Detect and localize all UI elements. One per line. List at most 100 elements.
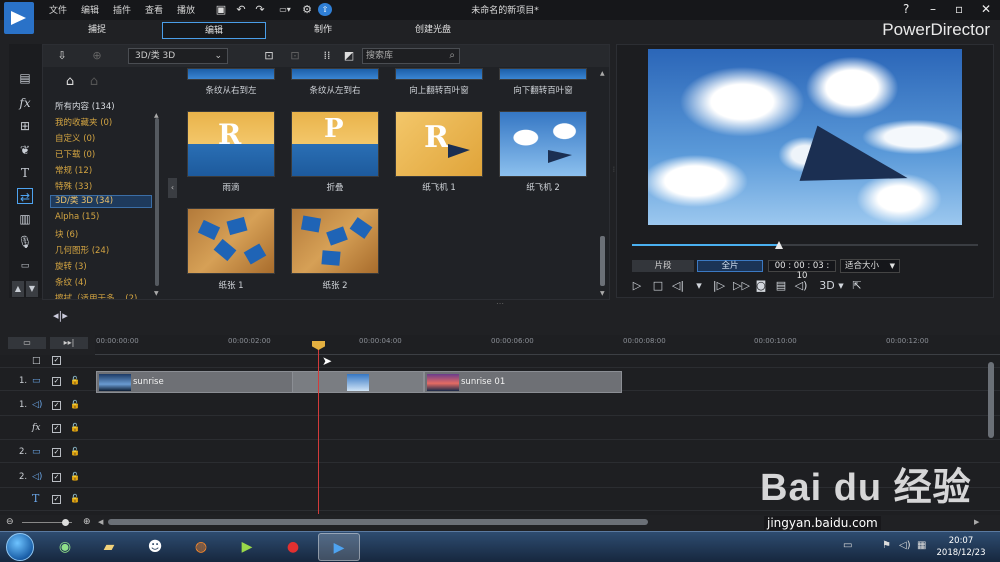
collapse-up-icon[interactable]: ▲ [12, 281, 24, 297]
thumbnail-paper-2[interactable] [291, 208, 379, 274]
undo-icon[interactable]: ↶ [234, 3, 248, 16]
lock-icon[interactable]: 🔓 [70, 494, 80, 503]
subtitle-room-icon[interactable]: ▭ [17, 258, 33, 274]
timeline-view-button[interactable]: ▭ [8, 337, 46, 349]
thumbnail-paper-plane-2[interactable] [499, 111, 587, 177]
play-icon[interactable]: ▷ [630, 279, 644, 293]
timecode-display[interactable]: 00 : 00 : 03 : 10 [768, 260, 836, 281]
thumbnail-raindrop[interactable]: R [187, 111, 275, 177]
volume-icon[interactable]: ◁) [794, 279, 808, 293]
step-forward-icon[interactable]: |▷ [712, 279, 726, 293]
stop-icon[interactable]: □ [651, 279, 665, 293]
tab-capture[interactable]: 捕捉 [52, 22, 142, 39]
taskbar-firefox-icon[interactable]: ◍ [180, 533, 222, 561]
search-input[interactable]: 搜索库 ⌕ [362, 48, 460, 64]
tab-produce[interactable]: 制作 [278, 22, 368, 39]
export-icon[interactable]: ⊡ [288, 49, 302, 62]
timeline-horizontal-scrollbar[interactable] [108, 519, 648, 525]
transition-region[interactable] [292, 371, 424, 393]
tray-keyboard-icon[interactable]: ▭ [843, 540, 852, 551]
collapse-down-icon[interactable]: ▼ [26, 281, 38, 297]
fast-forward-icon[interactable]: ▷▷ [733, 279, 750, 293]
scroll-up-icon[interactable]: ▲ [600, 70, 605, 77]
tray-flag-icon[interactable]: ⚑ [882, 540, 891, 551]
tray-network-icon[interactable]: ▦ [917, 540, 926, 551]
track-enable-checkbox[interactable]: ✓ [52, 377, 61, 386]
thumbnail-blinds-up[interactable] [395, 68, 483, 80]
thumbnail-paper-plane-1[interactable]: R [395, 111, 483, 177]
scroll-down-icon[interactable]: ▼ [154, 290, 159, 297]
category-item[interactable]: 块 (6) [55, 228, 78, 240]
zoom-slider-handle[interactable] [62, 519, 69, 526]
category-item[interactable]: 自定义 (0) [55, 132, 95, 144]
grid-view-icon[interactable]: ⁞⁞ [320, 49, 334, 62]
category-select[interactable]: 3D/类 3D ⌄ [128, 48, 228, 64]
scroll-right-icon[interactable]: ▶ [974, 518, 979, 526]
track-enable-checkbox[interactable]: ✓ [52, 473, 61, 482]
snapshot-icon[interactable]: ◙ [754, 279, 768, 293]
movie-mode-button[interactable]: 全片 [697, 260, 763, 272]
taskbar-file-explorer-icon[interactable]: ▰ [88, 533, 130, 561]
thumbnail-wipe-left-to-right[interactable] [291, 68, 379, 80]
minimize-button[interactable]: – [930, 2, 936, 16]
timeline-vertical-scrollbar[interactable] [988, 362, 994, 438]
scroll-down-icon[interactable]: ▼ [600, 290, 605, 297]
help-button[interactable]: ? [903, 2, 909, 16]
category-item[interactable]: 特殊 (33) [55, 180, 92, 192]
panel-resize-handle[interactable]: ⋯ [496, 299, 504, 308]
save-icon[interactable]: ▣ [214, 3, 228, 16]
menu-edit[interactable]: 编辑 [81, 3, 99, 16]
category-item[interactable]: 几何图形 (24) [55, 244, 109, 256]
system-clock[interactable]: 20:07 2018/12/23 [930, 535, 992, 559]
track-enable-checkbox[interactable]: ✓ [52, 401, 61, 410]
track-enable-checkbox[interactable]: ✓ [52, 495, 61, 504]
thumbnail-fold[interactable]: P [291, 111, 379, 177]
thumbnail-paper-1[interactable] [187, 208, 275, 274]
settings-gear-icon[interactable]: ⚙ [300, 3, 314, 16]
scroll-up-icon[interactable]: ▲ [154, 112, 159, 119]
tab-create-disc[interactable]: 创建光盘 [388, 22, 478, 39]
taskbar-recorder-icon[interactable]: ● [272, 533, 314, 561]
lock-icon[interactable]: 🔓 [70, 447, 80, 456]
category-item-selected[interactable]: 3D/类 3D (34) [50, 195, 152, 208]
tray-volume-icon[interactable]: ◁) [899, 540, 911, 551]
maximize-button[interactable]: ▫ [955, 2, 963, 16]
storyboard-view-button[interactable]: ▸▸| [50, 337, 88, 349]
category-item[interactable]: 所有内容 (134) [55, 100, 115, 112]
seek-handle[interactable] [775, 241, 783, 249]
lock-icon[interactable]: 🔓 [70, 400, 80, 409]
previous-frame-icon[interactable]: ◁| [671, 279, 685, 293]
master-enable-checkbox[interactable]: ✓ [52, 356, 61, 365]
category-item[interactable]: 已下载 (0) [55, 148, 95, 160]
menu-play[interactable]: 播放 [177, 3, 195, 16]
close-button[interactable]: ✕ [981, 2, 991, 16]
new-file-icon[interactable]: ⊡ [262, 49, 276, 62]
thumbnail-size-icon[interactable]: ◩ [342, 49, 356, 62]
thumbnail-blinds-down[interactable] [499, 68, 587, 80]
start-button[interactable] [6, 533, 34, 561]
category-item[interactable]: Alpha (15) [55, 212, 99, 222]
upgrade-icon[interactable]: ⇧ [318, 3, 332, 16]
taskbar-powerdirector-icon[interactable]: ▶ [318, 533, 360, 561]
aspect-ratio-icon[interactable]: ▭▾ [274, 3, 296, 16]
redo-icon[interactable]: ↷ [253, 3, 267, 16]
collapse-panel-button[interactable]: ‹ [168, 178, 177, 198]
title-room-icon[interactable]: T [17, 165, 33, 181]
menu-file[interactable]: 文件 [49, 3, 67, 16]
fx-room-icon[interactable]: fx [17, 95, 33, 111]
zoom-in-icon[interactable]: ⊕ [83, 517, 91, 527]
category-item[interactable]: 旋转 (3) [55, 260, 87, 272]
menu-view[interactable]: 查看 [145, 3, 163, 16]
menu-plugins[interactable]: 插件 [113, 3, 131, 16]
scroll-left-icon[interactable]: ◀ [98, 518, 103, 526]
track-enable-checkbox[interactable]: ✓ [52, 424, 61, 433]
track-enable-checkbox[interactable]: ✓ [52, 448, 61, 457]
category-item[interactable]: 常规 (12) [55, 164, 92, 176]
library-scrollbar[interactable] [600, 236, 605, 286]
fit-timeline-icon[interactable]: ◂|▸ [53, 309, 68, 322]
audio-mixer-icon[interactable]: ▥ [17, 211, 33, 227]
fit-size-select[interactable]: 适合大小 ▼ [840, 259, 900, 273]
taskbar-qq-icon[interactable]: ☻ [134, 533, 176, 561]
lock-icon[interactable]: 🔓 [70, 423, 80, 432]
taskbar-media-icon[interactable]: ▶ [226, 533, 268, 561]
